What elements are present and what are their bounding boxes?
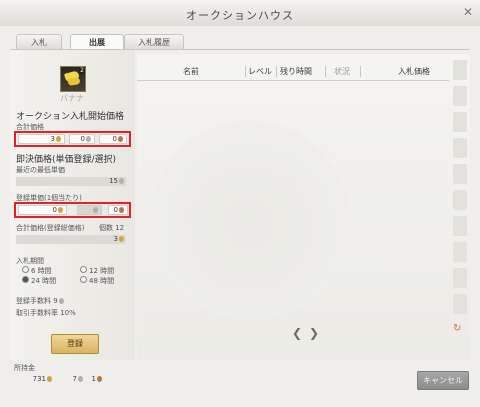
radio-icon [22,266,29,273]
item-quantity-badge: 2 [79,67,85,74]
auction-start-heading: オークション入札開始価格 [16,112,125,122]
window-title: オークションハウス [186,9,294,22]
money-gold: 731 [14,375,54,384]
duration-label: 12 時間 [89,267,115,275]
column-status[interactable]: 状況 [334,66,350,78]
trade-fee-rate: 取引手数料率 10% [16,309,76,317]
tab-listing[interactable]: 出展 [70,34,124,50]
next-page-icon[interactable]: ❯ [309,326,319,340]
category-slot[interactable] [453,164,467,184]
duration-heading: 入札期間 [16,257,44,265]
silver-coin-icon [119,178,124,184]
gold-coin-icon [56,136,61,142]
duration-label: 48 時間 [89,277,115,285]
column-divider [245,66,246,77]
start-price-gold-input[interactable]: 3 [18,134,65,144]
silver-amount: 7 [72,375,77,383]
buyout-total-value: 3 [113,235,118,243]
item-count-label: 個数 12 [99,224,125,232]
category-slot[interactable] [453,294,467,314]
buyout-heading: 即決価格(単価登録/選択) [16,155,117,165]
recent-min-price: 15 [16,177,126,186]
buyout-total-price: 3 [16,235,126,244]
register-button[interactable]: 登録 [51,334,99,354]
column-time-left[interactable]: 残り時間 [280,66,312,78]
register-fee-text: 登録手数料 9 [16,297,58,305]
gold-coin-icon [58,207,63,213]
tab-bid[interactable]: 入札 [16,34,62,50]
banana-shape [67,77,81,86]
category-slot[interactable] [453,60,467,80]
column-bid-price[interactable]: 入札価格 [398,66,430,78]
tab-bid-history[interactable]: 入札履歴 [124,34,184,50]
recent-min-value: 15 [109,177,118,185]
auction-house-window: オークションハウス ✕ 入札 出展 入札履歴 2 バナナ オークション入札開始価… [0,0,480,407]
money-silver: 7 [60,375,85,384]
money-label: 所持金 [14,364,35,372]
silver-coin-icon [78,376,83,382]
title-bar: オークションハウス ✕ [0,0,480,26]
duration-option-48h[interactable]: 48 時間 [80,276,114,286]
banana-icon[interactable]: 2 [60,66,86,92]
column-level[interactable]: レベル [248,66,272,78]
header-underline [137,80,449,81]
unit-price-silver-input[interactable] [77,205,102,215]
column-name[interactable]: 名前 [183,66,199,78]
category-strip [453,60,467,330]
gold-coin-icon [119,236,124,242]
silver-coin-icon [86,136,91,142]
gold-amount: 0 [52,206,57,214]
column-divider [325,66,326,77]
money-copper: 1 [86,375,104,384]
copper-amount: 1 [91,375,96,383]
start-price-silver-input[interactable]: 0 [69,134,95,144]
refresh-icon[interactable]: ↻ [453,323,465,335]
register-fee: 登録手数料 9 [16,296,64,306]
column-divider [276,66,277,77]
duration-option-6h[interactable]: 6 時間 [22,266,52,276]
unit-price-copper-input[interactable]: 0 [108,205,128,215]
duration-option-24h[interactable]: 24 時間 [22,276,56,286]
column-divider [360,66,361,77]
copper-coin-icon [97,376,102,382]
silver-coin-icon [58,298,64,304]
radio-icon [80,276,87,283]
background-emblem [150,120,350,320]
unit-price-gold-input[interactable]: 0 [18,205,67,215]
category-slot[interactable] [453,216,467,236]
silver-amount: 0 [80,135,85,143]
close-icon[interactable]: ✕ [461,5,475,19]
copper-coin-icon [118,136,123,142]
copper-amount: 0 [112,135,117,143]
gold-coin-icon [47,376,52,382]
category-slot[interactable] [453,112,467,132]
buyout-total-label: 合計価格(登録総価格) [16,224,85,232]
duration-label: 24 時間 [31,277,57,285]
cancel-button[interactable]: キャンセル [417,371,469,390]
item-name: バナナ [60,94,84,103]
prev-page-icon[interactable]: ❮ [292,326,302,340]
radio-selected-icon [22,276,29,283]
category-slot[interactable] [453,190,467,210]
category-slot[interactable] [453,268,467,288]
copper-coin-icon [119,207,124,213]
duration-option-12h[interactable]: 12 時間 [80,266,114,276]
category-slot[interactable] [453,242,467,262]
category-slot[interactable] [453,138,467,158]
gold-amount: 731 [32,375,46,383]
start-price-copper-input[interactable]: 0 [99,134,127,144]
category-slot[interactable] [453,86,467,106]
recent-min-label: 最近の最低単価 [16,166,65,174]
gold-amount: 3 [50,135,55,143]
duration-label: 6 時間 [31,267,52,275]
radio-icon [80,266,87,273]
silver-coin-icon [93,207,98,213]
copper-amount: 0 [113,206,118,214]
